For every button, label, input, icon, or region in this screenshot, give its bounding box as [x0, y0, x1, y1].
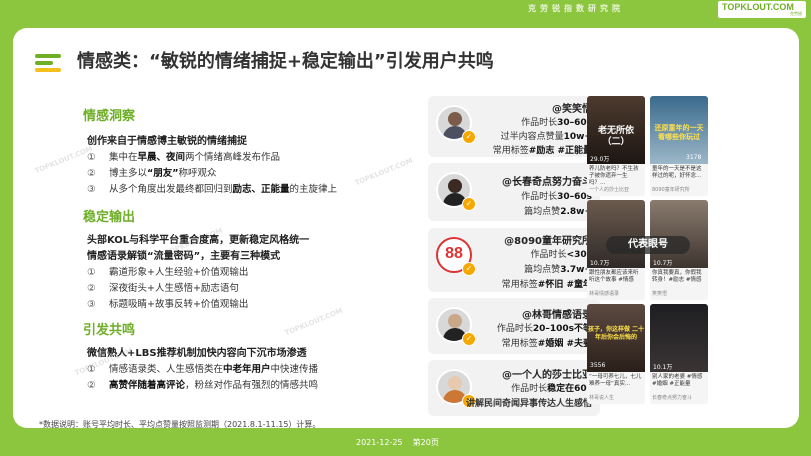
section-lead: 头部KOL与科学平台重合度高，更新稳定风格统一: [87, 235, 310, 246]
slide-card: TOPKLOUT.COM TOPKLOUT.COM TOPKLOUT.COM T…: [13, 28, 799, 428]
section-lead: 创作来自于情感博主敏锐的情绪捕捉: [87, 136, 247, 147]
page-title: 情感类：“敏锐的情绪捕捉+稳定输出”引发用户共鸣: [77, 51, 494, 72]
creator-name: @笑笑悟: [552, 104, 592, 115]
video-thumbnail[interactable]: 10.1万 别人家的老婆 #情感 #婚姻 #正能量 长春奇点努力奋斗: [650, 304, 708, 404]
list-item: ① 霸道形象+人生经验+价值观输出: [87, 267, 249, 278]
creator-stat: 讲解民间奇闻异事传达人生感悟: [465, 399, 592, 409]
creator-stat: 过半内容点赞量10w+: [500, 132, 592, 142]
creator-stat: 作品时长稳定在60s: [511, 384, 592, 394]
watermark: TOPKLOUT.COM: [353, 156, 414, 188]
watermark: TOPKLOUT.COM: [33, 144, 94, 176]
like-count: 10.7万: [653, 260, 673, 267]
top-bar: 克劳锐指数研究院 TOPKLOUT.COM 克劳锐: [0, 0, 811, 18]
video-author: 一个人的莎士比亚: [589, 187, 630, 193]
list-lines-icon: [35, 54, 63, 72]
footer-date: 2021-12-25: [356, 438, 403, 447]
list-item: ② 高赞伴随着高评论，粉丝对作品有强烈的情感共鸣: [87, 380, 319, 391]
video-author: 林哥说人生: [589, 395, 615, 401]
like-count: 10.7万: [590, 260, 610, 267]
creator-card: 88 ✓ @8090童年研究所 作品时长<30s 篇均点赞3.7w+ 常用标签#…: [428, 228, 600, 292]
creator-card: ✓ @林哥情感语录 作品时长20–100s不等 常用标签#婚姻 #夫妻: [428, 298, 600, 354]
list-item: ② 深夜街头+人生感悟+励志语句: [87, 283, 239, 294]
institute-name: 克劳锐指数研究院: [528, 4, 624, 13]
video-caption: 跟性朋友都应该来听听这个故事 #情感: [589, 270, 639, 283]
list-item: ③ 标题吸睛+故事反转+价值观输出: [87, 299, 249, 310]
section-lead-2: 情感语录解锁“流量密码”，主要有三种模式: [87, 251, 281, 262]
creator-name: @林哥情感语录: [522, 310, 592, 321]
list-item: ① 集中在早晨、夜间两个情绪高峰发布作品: [87, 152, 281, 163]
creator-card: ✓ @笑笑悟 作品时长30–60s 过半内容点赞量10w+ 常用标签#励志 #正…: [428, 96, 600, 157]
like-count: 3178: [686, 154, 702, 161]
verified-badge-icon: ✓: [462, 332, 476, 346]
creator-stat: 作品时长30–60s: [521, 192, 592, 202]
creator-stat: 作品时长20–100s不等: [496, 324, 592, 334]
video-thumbnail[interactable]: 孩子，你这样做 二十年后你会后悔的 3556 “一母可养七儿，七儿难养一母”真实…: [587, 304, 645, 404]
creator-name: @8090童年研究所: [504, 236, 592, 247]
list-item: ③ 从多个角度出发最终都回归到励志、正能量的主旋律上: [87, 184, 338, 195]
video-caption: 你真我要真，你假我转身！#励志 #情感: [652, 270, 702, 283]
creator-name: @长春奇点努力奋斗: [502, 177, 592, 188]
creator-stat: 作品时长<30s: [530, 250, 592, 260]
like-count: 10.1万: [653, 364, 673, 371]
logo-subtext: 克劳锐: [790, 11, 802, 16]
video-overlay-title: 代表眼号: [606, 236, 690, 254]
creator-stat: 常用标签#怀旧 #童年: [501, 280, 592, 290]
like-count: 29.0万: [590, 156, 610, 163]
verified-badge-icon: ✓: [462, 130, 476, 144]
video-overlay-title: 老无所依（二）: [597, 126, 634, 147]
section-heading-output: 稳定输出: [83, 210, 136, 225]
video-thumbnail[interactable]: 还原童年的一天 看哪些你玩过 3178 童年的一天是不是这样过的呢，好怀念… 8…: [650, 96, 708, 196]
footer-page: 第20页: [412, 438, 439, 447]
section-heading-insight: 情感洞察: [83, 109, 136, 124]
logo-text: TOPKLOUT.COM: [722, 2, 794, 12]
watermark: TOPKLOUT.COM: [283, 306, 344, 338]
video-author: 8090童年研究所: [652, 187, 690, 193]
video-overlay-title: 还原童年的一天 看哪些你玩过: [654, 124, 704, 141]
video-caption: “一母可养七儿，七儿难养一母”真实…: [589, 374, 642, 387]
data-note: *数据说明：账号平均时长、平均点赞量按照监测期（2021.8.1-11.15）计…: [39, 420, 321, 428]
video-caption: 养儿防老吗？不生孩子被你遗弃一生吗？…: [589, 166, 639, 186]
creator-stat: 常用标签#婚姻 #夫妻: [501, 339, 592, 349]
creator-card: ✓ @长春奇点努力奋斗 作品时长30–60s 篇均点赞2.8w+: [428, 163, 600, 221]
list-item: ② 博主多以“朋友”称呼观众: [87, 168, 217, 179]
video-author: 林哥情感语录: [589, 291, 620, 297]
creator-stat: 篇均点赞3.7w+: [524, 265, 592, 275]
page-footer: 2021-12-25 第20页: [356, 437, 439, 448]
creator-name: @一个人的莎士比亚: [502, 370, 592, 381]
video-caption: 童年的一天是不是这样过的呢，好怀念…: [652, 166, 702, 179]
video-overlay-title: 孩子，你这样做 二十年后你会后悔的: [587, 326, 645, 341]
verified-badge-icon: ✓: [462, 262, 476, 276]
video-author: 笑笑悟: [652, 291, 668, 297]
creator-stat: 篇均点赞2.8w+: [524, 207, 592, 217]
like-count: 3556: [590, 362, 606, 369]
section-heading-resonance: 引发共鸣: [83, 323, 136, 338]
video-caption: 别人家的老婆 #情感 #婚姻 #正能量: [652, 374, 703, 387]
verified-badge-icon: ✓: [462, 197, 476, 211]
creator-stat: 作品时长30–60s: [521, 118, 592, 128]
creator-stat: 常用标签#励志 #正能量: [492, 146, 592, 156]
section-lead: 微信熟人+LBS推荐机制加快内容向下沉市场渗透: [87, 348, 307, 359]
list-item: ① 情感语录类、人生感悟类在中老年用户中快速传播: [87, 364, 319, 375]
creator-card: ✓ @一个人的莎士比亚 作品时长稳定在60s 讲解民间奇闻异事传达人生感悟: [428, 360, 600, 416]
topklout-logo: TOPKLOUT.COM 克劳锐: [718, 1, 806, 18]
video-author: 长春奇点努力奋斗: [652, 395, 693, 401]
video-thumbnail[interactable]: 老无所依（二） 29.0万 养儿防老吗？不生孩子被你遗弃一生吗？… 一个人的莎士…: [587, 96, 645, 196]
